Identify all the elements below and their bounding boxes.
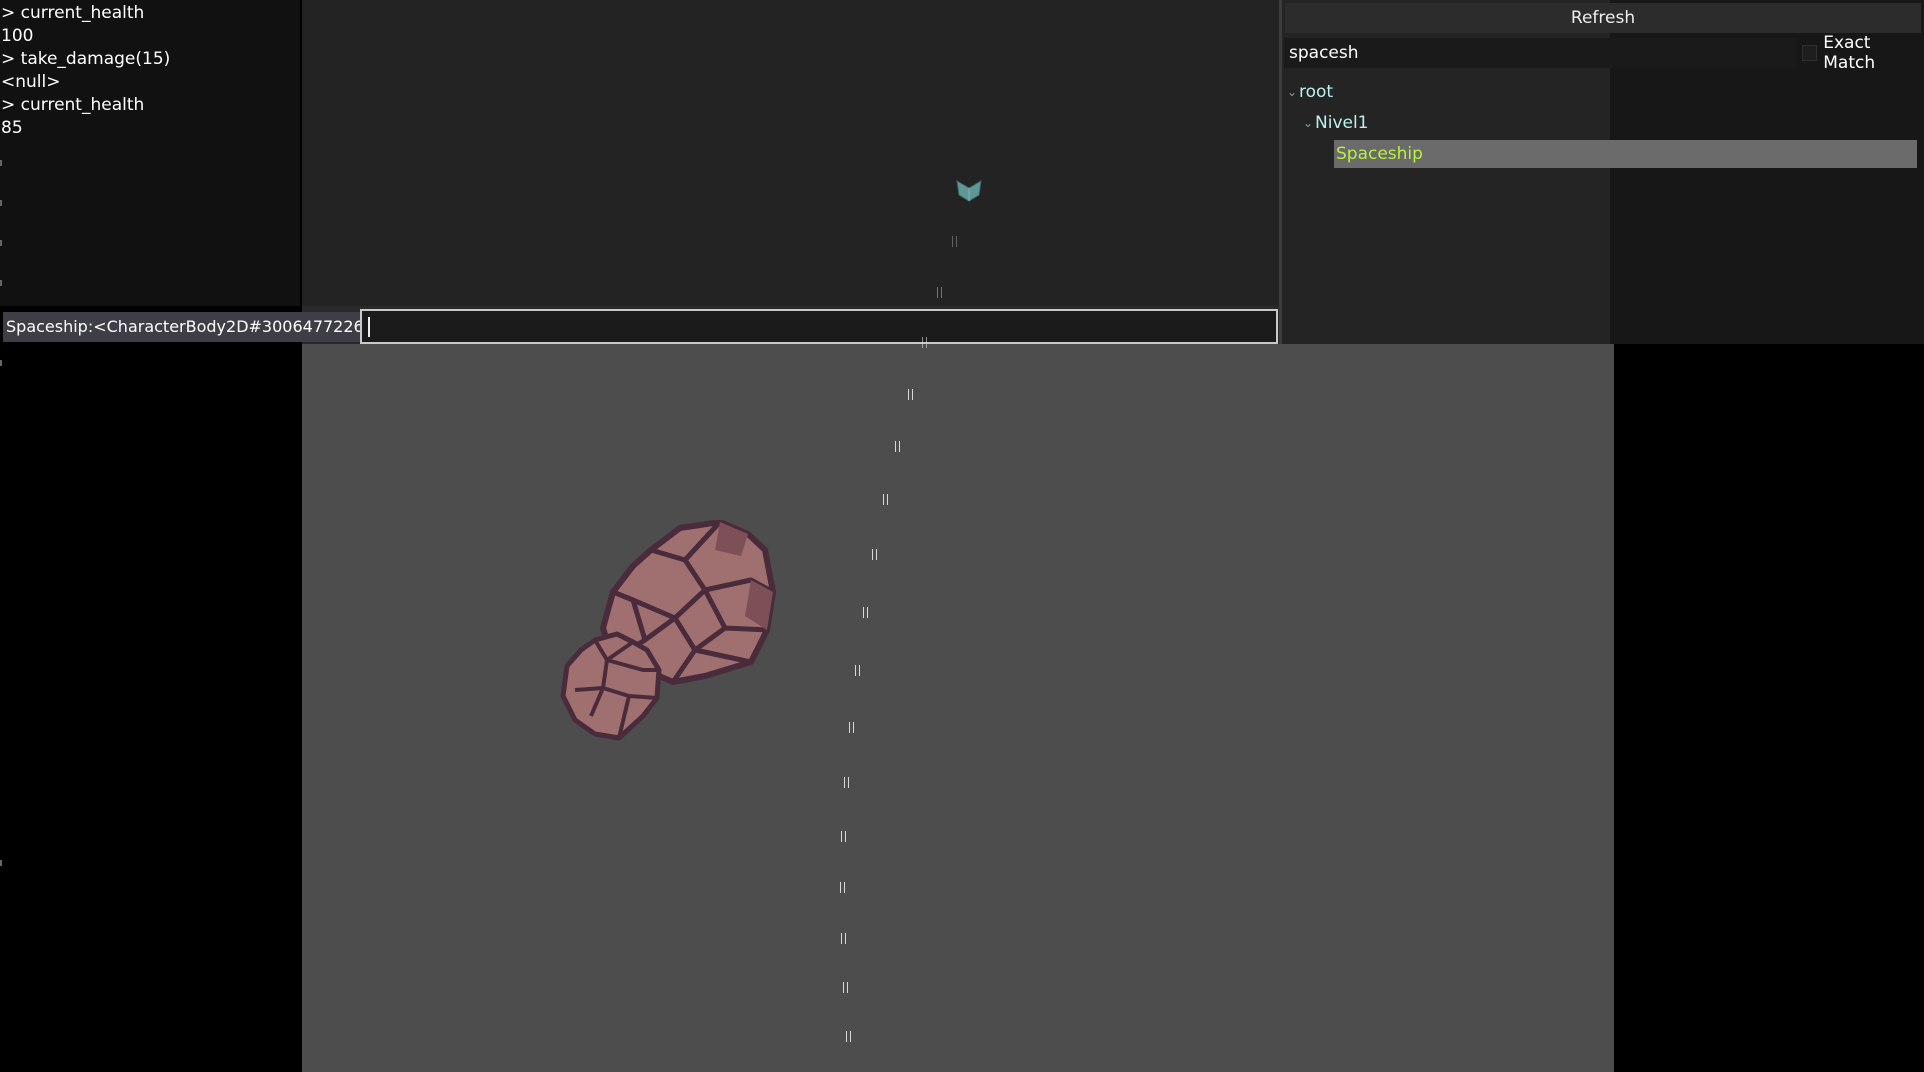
projectile [844, 777, 849, 788]
projectile [872, 549, 877, 560]
projectile [840, 882, 845, 893]
tree-node-nivel1[interactable]: ⌄ Nivel1 [1301, 109, 1369, 137]
node-tree-panel: Refresh spacesh Exact Match ⌄ root ⌄ Niv… [1282, 0, 1924, 344]
spaceship-icon[interactable] [956, 178, 982, 202]
tree-node-root[interactable]: ⌄ root [1285, 78, 1333, 106]
console-line: 85 [1, 118, 23, 138]
tree-node-label: root [1299, 82, 1334, 102]
projectile [952, 236, 957, 247]
console-output-area [302, 0, 1280, 306]
projectile [841, 933, 846, 944]
text-caret [368, 317, 370, 337]
chevron-down-icon[interactable]: ⌄ [1301, 116, 1315, 130]
projectile [895, 441, 900, 452]
chevron-down-icon[interactable]: ⌄ [1285, 85, 1299, 99]
projectile [908, 389, 913, 400]
console-target-label: Spaceship:<CharacterBody2D#30064772267> [3, 312, 391, 342]
projectile [922, 337, 927, 348]
projectile [883, 494, 888, 505]
exact-match-toggle[interactable]: Exact Match [1802, 33, 1922, 73]
tree-node-label: Spaceship [1336, 144, 1423, 164]
tree-node-spaceship[interactable]: Spaceship [1334, 140, 1917, 168]
console-input[interactable] [360, 309, 1278, 344]
console-line: > current_health [1, 95, 145, 115]
asteroid-cluster [560, 520, 776, 741]
tree-node-label: Nivel1 [1315, 113, 1369, 133]
console-line: > current_health [1, 3, 145, 23]
node-filter-input[interactable]: spacesh [1284, 38, 1796, 68]
projectile [841, 831, 846, 842]
exact-match-label: Exact Match [1823, 33, 1876, 73]
projectile [846, 1031, 851, 1042]
console-line: <null> [1, 72, 61, 92]
projectile [863, 607, 868, 618]
console-line: 100 [1, 26, 34, 46]
projectile [843, 982, 848, 993]
projectile [937, 287, 942, 298]
refresh-button[interactable]: Refresh [1285, 3, 1921, 33]
small-asteroid [560, 631, 662, 741]
console-line: > take_damage(15) [1, 49, 171, 69]
exact-match-checkbox[interactable] [1802, 45, 1818, 61]
console-log: > current_health 100 > take_damage(15) <… [0, 0, 300, 306]
projectile [855, 665, 860, 676]
